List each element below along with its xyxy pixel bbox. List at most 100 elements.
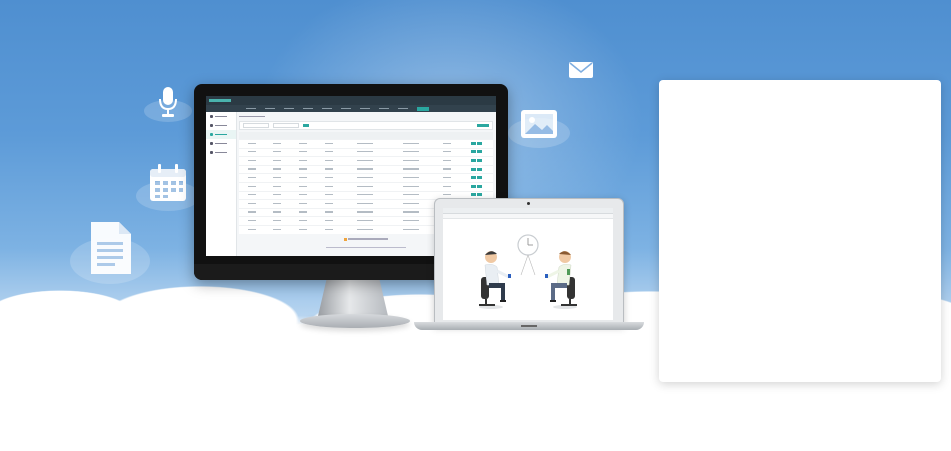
table-cell — [387, 147, 434, 157]
table-cell — [387, 224, 434, 234]
table-cell — [239, 139, 265, 149]
document-icon — [70, 212, 150, 284]
table-cell — [239, 207, 265, 217]
person-left — [479, 251, 511, 309]
table-row[interactable] — [239, 156, 493, 166]
row-action-buttons[interactable] — [470, 184, 482, 188]
table-cell-actions[interactable] — [459, 173, 493, 183]
table-cell — [433, 139, 460, 149]
table-cell — [264, 173, 291, 183]
table-cell — [239, 216, 265, 226]
nav-item-active[interactable] — [417, 106, 429, 111]
table-cell — [239, 224, 265, 234]
sidebar-item[interactable] — [206, 148, 236, 157]
row-action-buttons[interactable] — [470, 150, 482, 154]
laptop-base — [414, 322, 644, 330]
table-cell — [290, 156, 316, 166]
table-cell-actions[interactable] — [459, 147, 493, 157]
table-cell — [290, 207, 316, 217]
table-cell — [315, 181, 342, 192]
sidebar-item[interactable] — [206, 139, 236, 148]
table-cell-actions[interactable] — [459, 181, 493, 192]
table-cell — [387, 216, 434, 226]
table-row[interactable] — [239, 147, 493, 157]
table-cell — [264, 156, 291, 166]
envelope-icon — [566, 58, 596, 82]
nav-item[interactable] — [303, 107, 313, 110]
table-cell — [290, 181, 316, 192]
table-cell — [264, 181, 291, 192]
table-cell-actions[interactable] — [459, 156, 493, 166]
person-right — [545, 251, 577, 309]
table-cell — [387, 190, 434, 200]
nav-item[interactable] — [265, 107, 275, 110]
table-cell — [341, 139, 388, 149]
filter-input[interactable] — [273, 123, 299, 128]
row-action-buttons[interactable] — [470, 167, 482, 171]
content-panel — [659, 80, 941, 382]
table-cell — [264, 216, 291, 226]
table-cell — [341, 181, 388, 192]
table-cell — [341, 224, 388, 234]
table-cell — [290, 173, 316, 183]
table-cell — [433, 181, 460, 192]
wall-clock — [517, 234, 539, 256]
table-cell — [290, 147, 316, 157]
table-cell — [264, 207, 291, 217]
table-cell — [264, 164, 291, 174]
table-cell — [387, 173, 434, 183]
monitor-stand-base — [300, 314, 410, 328]
nav-item[interactable] — [398, 107, 408, 110]
monitor-stand-neck — [318, 280, 388, 316]
row-action-buttons[interactable] — [470, 193, 482, 197]
nav-item[interactable] — [284, 107, 294, 110]
filter-input[interactable] — [243, 123, 269, 128]
table-cell — [239, 156, 265, 166]
nav-item[interactable] — [360, 107, 370, 110]
table-cell — [341, 147, 388, 157]
table-cell — [264, 199, 291, 209]
search-button[interactable] — [303, 124, 309, 127]
sidebar-item-selected[interactable] — [206, 130, 236, 139]
nav-item[interactable] — [246, 107, 256, 110]
table-cell — [290, 224, 316, 234]
table-cell — [315, 207, 342, 217]
row-action-buttons[interactable] — [470, 158, 482, 162]
table-cell-actions[interactable] — [459, 139, 493, 149]
table-row[interactable] — [239, 173, 493, 183]
table-cell — [387, 139, 434, 149]
table-cell — [387, 156, 434, 166]
microphone-icon — [144, 82, 192, 122]
row-action-buttons[interactable] — [470, 176, 482, 180]
table-cell — [239, 173, 265, 183]
laptop-screen — [443, 208, 613, 320]
table-cell — [341, 190, 388, 200]
table-cell — [387, 164, 434, 174]
table-header — [239, 132, 493, 140]
table-cell — [341, 207, 388, 217]
calendar-icon — [136, 155, 200, 211]
laptop-brand — [414, 324, 644, 328]
table-cell — [315, 190, 342, 200]
app-top-nav — [206, 105, 496, 112]
nav-item[interactable] — [322, 107, 332, 110]
sidebar-item[interactable] — [206, 112, 236, 121]
table-cell — [315, 173, 342, 183]
nav-item[interactable] — [341, 107, 351, 110]
table-cell-actions[interactable] — [459, 164, 493, 174]
table-row[interactable] — [239, 139, 493, 149]
nav-item[interactable] — [379, 107, 389, 110]
table-cell — [433, 164, 460, 174]
add-button[interactable] — [477, 124, 489, 127]
table-row[interactable] — [239, 164, 493, 174]
sidebar-item[interactable] — [206, 121, 236, 130]
table-cell — [387, 181, 434, 192]
table-cell — [433, 156, 460, 166]
table-cell — [315, 199, 342, 209]
table-row[interactable] — [239, 181, 493, 192]
table-cell — [387, 199, 434, 209]
table-cell — [315, 164, 342, 174]
app-logo — [209, 99, 231, 102]
page-current[interactable] — [344, 237, 348, 241]
row-action-buttons[interactable] — [470, 141, 482, 145]
